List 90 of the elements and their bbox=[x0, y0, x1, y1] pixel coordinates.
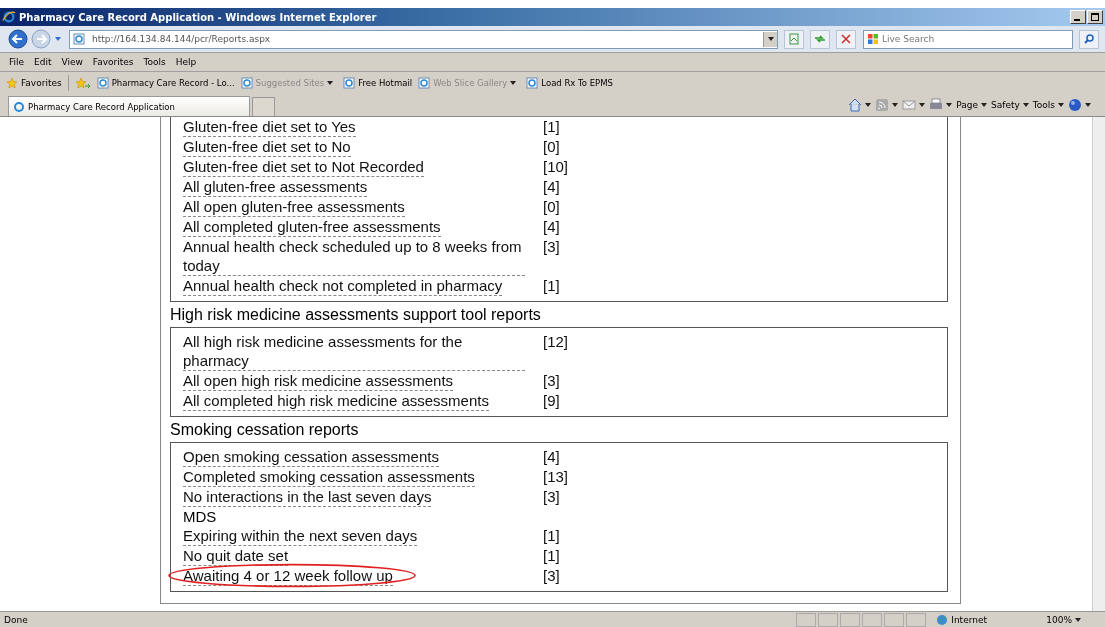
address-dropdown-button[interactable] bbox=[763, 31, 777, 47]
report-link[interactable]: All open gluten-free assessments bbox=[183, 197, 405, 217]
report-count: [3] bbox=[543, 487, 560, 506]
report-count: [4] bbox=[543, 217, 560, 236]
browser-tab[interactable]: Pharmacy Care Record Application bbox=[8, 96, 250, 116]
search-bar[interactable]: Live Search bbox=[863, 29, 1073, 49]
stop-button[interactable] bbox=[836, 29, 856, 49]
report-count: [3] bbox=[543, 237, 560, 256]
page-icon bbox=[240, 77, 253, 89]
command-menu[interactable]: Page bbox=[956, 100, 992, 110]
page-icon bbox=[788, 33, 800, 45]
report-link[interactable]: All high risk medicine assessments for the pharmacy bbox=[183, 332, 525, 371]
menu-item[interactable]: Help bbox=[170, 57, 202, 67]
report-link[interactable]: Open smoking cessation assessments bbox=[183, 447, 439, 467]
back-button[interactable] bbox=[8, 29, 28, 49]
status-pane bbox=[906, 612, 927, 627]
dropdown-arrow-icon[interactable] bbox=[54, 35, 62, 43]
report-link[interactable]: All open high risk medicine assessments bbox=[183, 371, 454, 391]
window-flag-icon bbox=[867, 33, 879, 45]
report-link[interactable]: All completed high risk medicine assessments bbox=[183, 391, 489, 411]
report-link[interactable]: Completed smoking cessation assessments bbox=[183, 467, 475, 487]
refresh-button[interactable] bbox=[810, 29, 830, 49]
section-heading: Smoking cessation reports bbox=[170, 420, 360, 440]
favorites-link[interactable]: Load Rx To EPMS bbox=[526, 77, 613, 89]
report-count: [9] bbox=[543, 391, 560, 410]
search-button[interactable] bbox=[1079, 29, 1099, 49]
command-menu[interactable]: Safety bbox=[991, 100, 1033, 110]
report-link[interactable]: Gluten-free diet set to Not Recorded bbox=[183, 157, 424, 177]
status-pane bbox=[862, 612, 883, 627]
report-count: [1] bbox=[543, 546, 560, 565]
favorites-link[interactable]: Pharmacy Care Record - Lo... bbox=[96, 77, 235, 89]
report-link[interactable]: Gluten-free diet set to Yes bbox=[183, 117, 356, 137]
new-tab-button[interactable] bbox=[252, 97, 275, 116]
report-link[interactable]: Gluten-free diet set to No bbox=[183, 137, 351, 157]
report-link[interactable]: No interactions in the last seven days bbox=[183, 487, 432, 507]
command-menu[interactable]: Tools bbox=[1032, 100, 1068, 110]
status-text: Done bbox=[4, 614, 29, 625]
zoom-control[interactable]: 100% bbox=[1046, 614, 1085, 625]
page-icon bbox=[73, 33, 85, 45]
report-count: [12] bbox=[543, 332, 569, 351]
report-count: [4] bbox=[543, 177, 560, 196]
menu-item[interactable]: Edit bbox=[29, 57, 57, 67]
status-pane bbox=[884, 612, 905, 627]
report-link[interactable]: Expiring within the next seven days bbox=[183, 526, 418, 546]
page-icon bbox=[418, 77, 431, 89]
page-icon bbox=[343, 77, 356, 89]
menu-item[interactable]: Favorites bbox=[87, 57, 139, 67]
refresh-icon bbox=[814, 33, 826, 45]
status-pane bbox=[796, 612, 817, 627]
minimize-button[interactable] bbox=[1070, 10, 1086, 24]
menu-item[interactable]: File bbox=[4, 57, 30, 67]
page-icon bbox=[526, 77, 539, 89]
browser-logo-icon bbox=[2, 10, 16, 24]
search-icon bbox=[1083, 33, 1095, 45]
browser-logo-icon bbox=[13, 100, 25, 113]
section-heading: High risk medicine assessments support tool reports bbox=[170, 305, 542, 325]
report-count: [1] bbox=[543, 117, 560, 136]
restore-button[interactable] bbox=[1087, 10, 1103, 24]
report-count: [3] bbox=[543, 566, 560, 585]
menu-item[interactable]: View bbox=[56, 57, 88, 67]
window-title: Pharmacy Care Record Application - Windows Internet Explorer bbox=[19, 11, 378, 23]
report-count: [13] bbox=[543, 467, 569, 486]
scrollbar[interactable] bbox=[1092, 117, 1105, 611]
home-icon[interactable] bbox=[848, 98, 863, 112]
address-field[interactable]: http://164.134.84.144/pcr/Reports.aspx bbox=[69, 29, 778, 49]
close-icon bbox=[840, 33, 852, 45]
report-count: [1] bbox=[543, 526, 560, 545]
report-link[interactable]: Annual health check scheduled up to 8 weeks from today bbox=[183, 237, 525, 276]
report-link[interactable]: Annual health check not completed in pharmacy bbox=[183, 276, 503, 296]
report-count: [10] bbox=[543, 157, 569, 176]
report-count: [1] bbox=[543, 276, 560, 295]
report-count: [4] bbox=[543, 447, 560, 466]
report-count: [0] bbox=[543, 137, 560, 156]
report-count: [3] bbox=[543, 371, 560, 390]
status-pane bbox=[840, 612, 861, 627]
globe-icon bbox=[936, 613, 949, 626]
menu-item[interactable]: Tools bbox=[138, 57, 171, 67]
star-icon bbox=[6, 77, 18, 89]
favorites-button[interactable]: Favorites bbox=[6, 77, 62, 89]
report-link[interactable]: No quit date set bbox=[183, 546, 289, 566]
compatibility-view-button[interactable] bbox=[784, 29, 804, 49]
page-icon bbox=[96, 77, 109, 89]
report-link[interactable]: All gluten-free assessments bbox=[183, 177, 368, 197]
print-icon[interactable] bbox=[929, 98, 944, 112]
report-link[interactable]: All completed gluten-free assessments bbox=[183, 217, 441, 237]
favorites-link[interactable]: Free Hotmail bbox=[343, 77, 413, 89]
subgroup-heading: MDS bbox=[183, 507, 217, 526]
report-count: [0] bbox=[543, 197, 560, 216]
security-zone: Internet bbox=[936, 613, 1047, 626]
status-pane bbox=[818, 612, 839, 627]
